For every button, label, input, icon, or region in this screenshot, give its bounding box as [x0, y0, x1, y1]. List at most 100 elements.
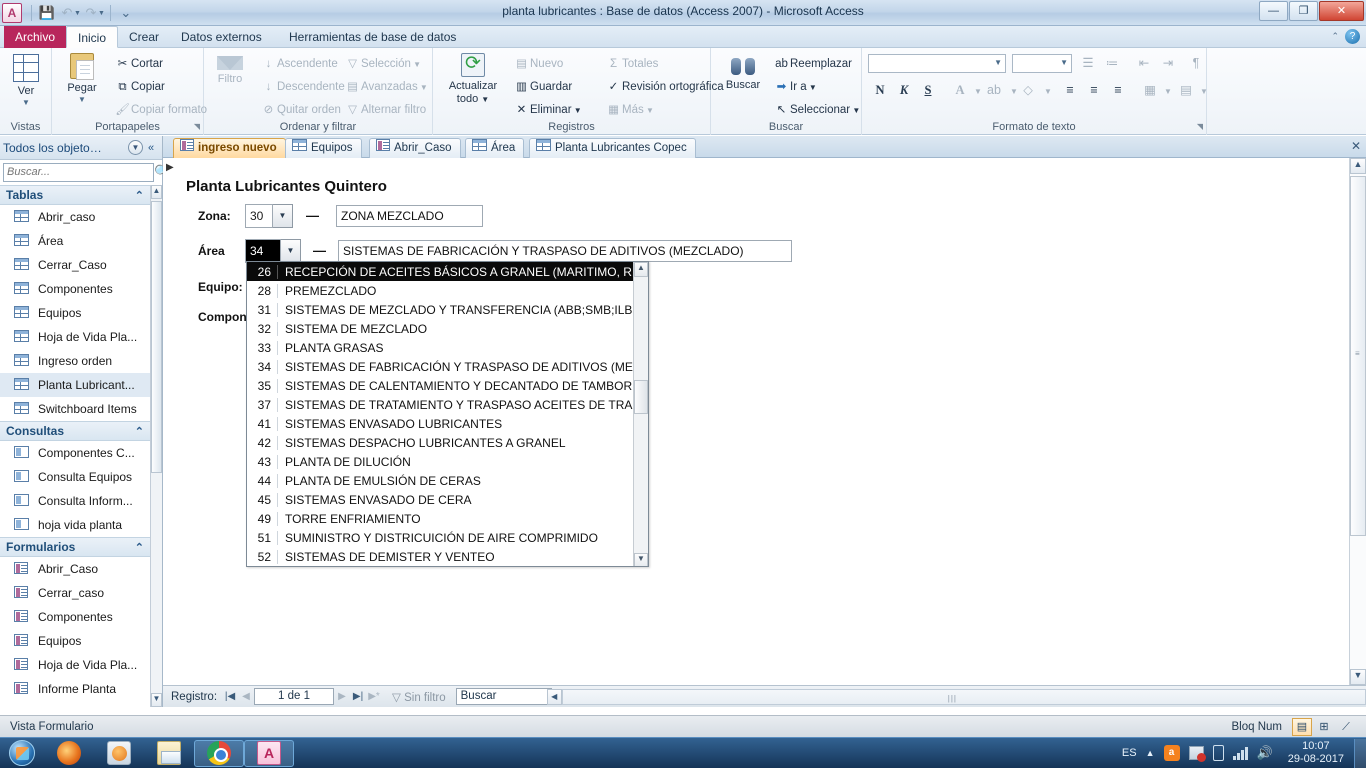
filtro-button[interactable]: Filtro — [202, 56, 258, 86]
pegar-caret-icon[interactable]: ▼ — [54, 95, 110, 104]
navpane-item-hoja-vida-planta-q[interactable]: hoja vida planta — [0, 513, 150, 537]
cortar-button[interactable]: ✂ Cortar — [114, 54, 163, 74]
chrome-icon[interactable] — [194, 739, 244, 767]
navpane-group-tablas[interactable]: Tablas ⌃ — [0, 185, 150, 205]
chevron-up-icon[interactable]: ⌃ — [135, 425, 144, 438]
chevron-down-icon[interactable]: ▼ — [128, 140, 143, 155]
scrollbar-thumb[interactable] — [634, 380, 648, 414]
revision-ortografica-button[interactable]: ✓ Revisión ortográfica — [605, 77, 724, 97]
alternate-fill-icon[interactable]: ▤ — [1176, 80, 1196, 100]
show-hidden-icons-icon[interactable]: ▲ — [1146, 748, 1155, 758]
navpane-item-area[interactable]: Área — [0, 229, 150, 253]
design-view-button[interactable]: ⟋ — [1336, 718, 1356, 736]
doc-tab-ingreso-nuevo[interactable]: ingreso nuevo — [173, 138, 286, 158]
align-center-button[interactable]: ≡ — [1084, 80, 1104, 100]
navigation-pane-header[interactable]: Todos los objeto… ▼ « — [0, 136, 162, 160]
subrayado-button[interactable]: S — [918, 80, 938, 100]
dropdown-option[interactable]: 32 SISTEMA DE MEZCLADO — [247, 319, 648, 338]
dropdown-option[interactable]: 35 SISTEMAS DE CALENTAMIENTO Y DECANTADO … — [247, 376, 648, 395]
ver-caret-icon[interactable]: ▼ — [0, 98, 54, 107]
minimize-button[interactable]: — — [1259, 1, 1288, 21]
area-dropdown-list[interactable]: 26 RECEPCIÓN DE ACEITES BÁSICOS A GRANEL … — [246, 261, 649, 567]
chevron-up-icon[interactable]: ⌃ — [135, 189, 144, 202]
first-record-button[interactable]: |◀ — [222, 691, 238, 702]
ribbon-tab-herramientas-bd[interactable]: Herramientas de base de datos — [278, 26, 467, 48]
navpane-item-equipos[interactable]: Equipos — [0, 301, 150, 325]
next-record-button[interactable]: ▶ — [334, 691, 350, 702]
navpane-item-cerrar-caso-form[interactable]: Cerrar_caso — [0, 581, 150, 605]
dropdown-option[interactable]: 43 PLANTA DE DILUCIÓN — [247, 452, 648, 471]
dropdown-option[interactable]: 52 SISTEMAS DE DEMISTER Y VENTEO — [247, 547, 648, 566]
totales-button[interactable]: Σ Totales — [605, 54, 659, 74]
navpane-item-cerrar-caso[interactable]: Cerrar_Caso — [0, 253, 150, 277]
new-record-button[interactable]: ▶* — [366, 691, 382, 702]
double-chevron-left-icon[interactable]: « — [143, 142, 159, 154]
close-document-button[interactable]: ✕ — [1351, 139, 1361, 153]
access-icon[interactable]: A — [244, 739, 294, 767]
doc-tab-planta-lubricantes-copec[interactable]: Planta Lubricantes Copec — [529, 138, 696, 158]
ribbon-tab-crear[interactable]: Crear — [118, 26, 170, 48]
navpane-item-hoja-vida-planta[interactable]: Hoja de Vida Pla... — [0, 325, 150, 349]
windows-start-icon[interactable] — [0, 739, 44, 768]
alternate-fill-caret-icon[interactable]: ▼ — [1194, 82, 1214, 102]
clock[interactable]: 10:07 29-08-2017 — [1282, 740, 1350, 766]
search-input[interactable] — [3, 162, 154, 182]
navpane-item-hoja-vida-form[interactable]: Hoja de Vida Pla... — [0, 653, 150, 677]
layout-view-button[interactable]: ⊞ — [1314, 718, 1334, 736]
previous-record-button[interactable]: ◀ — [238, 691, 254, 702]
action-center-flag-icon[interactable] — [1188, 746, 1206, 762]
font-name-caret-icon[interactable]: ▼ — [994, 58, 1002, 67]
form-view-button[interactable]: ▤ — [1292, 717, 1312, 736]
firefox-icon[interactable] — [44, 739, 94, 768]
scroll-down-icon[interactable]: ▼ — [634, 553, 648, 566]
help-icon[interactable]: ? — [1345, 29, 1360, 44]
font-size-caret-icon[interactable]: ▼ — [1060, 58, 1068, 67]
font-size-combo[interactable]: ▼ — [1012, 54, 1072, 73]
dropdown-option[interactable]: 44 PLANTA DE EMULSIÓN DE CERAS — [247, 471, 648, 490]
scroll-up-icon[interactable]: ▲ — [1350, 158, 1366, 174]
formato-dialog-launcher[interactable]: ◥ — [1197, 122, 1203, 131]
filter-status-button[interactable]: ▽ Sin filtro — [392, 690, 446, 704]
record-position-input[interactable]: 1 de 1 — [254, 688, 335, 705]
avanzadas-button[interactable]: ▤ Avanzadas ▼ — [344, 77, 428, 97]
zona-combo[interactable]: 30 ▼ — [245, 204, 293, 228]
navpane-item-consulta-equipos[interactable]: Consulta Equipos — [0, 465, 150, 489]
dropdown-option[interactable]: 26 RECEPCIÓN DE ACEITES BÁSICOS A GRANEL … — [247, 262, 648, 281]
alternar-filtro-button[interactable]: ▽ Alternar filtro — [344, 100, 426, 120]
seleccionar-button[interactable]: ↖ Seleccionar ▼ — [773, 100, 861, 120]
dropdown-option[interactable]: 34 SISTEMAS DE FABRICACIÓN Y TRASPASO DE … — [247, 357, 648, 376]
bullets-icon[interactable]: ☰ — [1078, 53, 1098, 73]
gridlines-icon[interactable]: ▦ — [1140, 80, 1160, 100]
ir-a-button[interactable]: ➡ Ir a ▼ — [773, 77, 817, 97]
chevron-down-icon[interactable]: ▼ — [273, 204, 293, 228]
guardar-button[interactable]: ▥ Guardar — [513, 77, 572, 97]
negrita-button[interactable]: N — [870, 80, 890, 100]
network-signal-icon[interactable] — [1232, 746, 1248, 760]
cursiva-button[interactable]: K — [894, 80, 914, 100]
buscar-button[interactable]: Buscar — [715, 56, 771, 92]
scroll-up-icon[interactable]: ▲ — [634, 262, 648, 277]
dropdown-option[interactable]: 49 TORRE ENFRIAMIENTO — [247, 509, 648, 528]
scroll-left-icon[interactable]: ◀ — [546, 688, 562, 705]
zona-value[interactable]: 30 — [245, 204, 273, 228]
language-indicator[interactable]: ES — [1122, 747, 1137, 759]
navpane-item-informe-planta[interactable]: Informe Planta — [0, 677, 150, 701]
nuevo-button[interactable]: ▤ Nuevo — [513, 54, 563, 74]
reemplazar-button[interactable]: ab Reemplazar — [773, 54, 852, 74]
navpane-item-componentes-form[interactable]: Componentes — [0, 605, 150, 629]
actualizar-todo-button[interactable]: Actualizar todo ▼ — [442, 52, 504, 106]
navpane-group-formularios[interactable]: Formularios ⌃ — [0, 537, 150, 557]
dropdown-option[interactable]: 42 SISTEMAS DESPACHO LUBRICANTES A GRANEL — [247, 433, 648, 452]
record-search-input[interactable]: Buscar — [455, 688, 552, 705]
scrollbar-thumb[interactable] — [151, 201, 162, 473]
navpane-item-componentes[interactable]: Componentes — [0, 277, 150, 301]
avast-icon[interactable]: a — [1163, 745, 1180, 761]
chevron-up-icon[interactable]: ⌃ — [135, 541, 144, 554]
increase-indent-icon[interactable]: ⇥ — [1158, 53, 1178, 73]
fill-color-caret-icon[interactable]: ▼ — [1038, 82, 1058, 102]
ver-button[interactable]: Ver ▼ — [0, 54, 54, 107]
dropdown-option[interactable]: 31 SISTEMAS DE MEZCLADO Y TRANSFERENCIA (… — [247, 300, 648, 319]
area-description-field[interactable]: SISTEMAS DE FABRICACIÓN Y TRASPASO DE AD… — [338, 240, 792, 262]
dropdown-option[interactable]: 28 PREMEZCLADO — [247, 281, 648, 300]
navpane-item-ingreso-orden[interactable]: Ingreso orden — [0, 349, 150, 373]
